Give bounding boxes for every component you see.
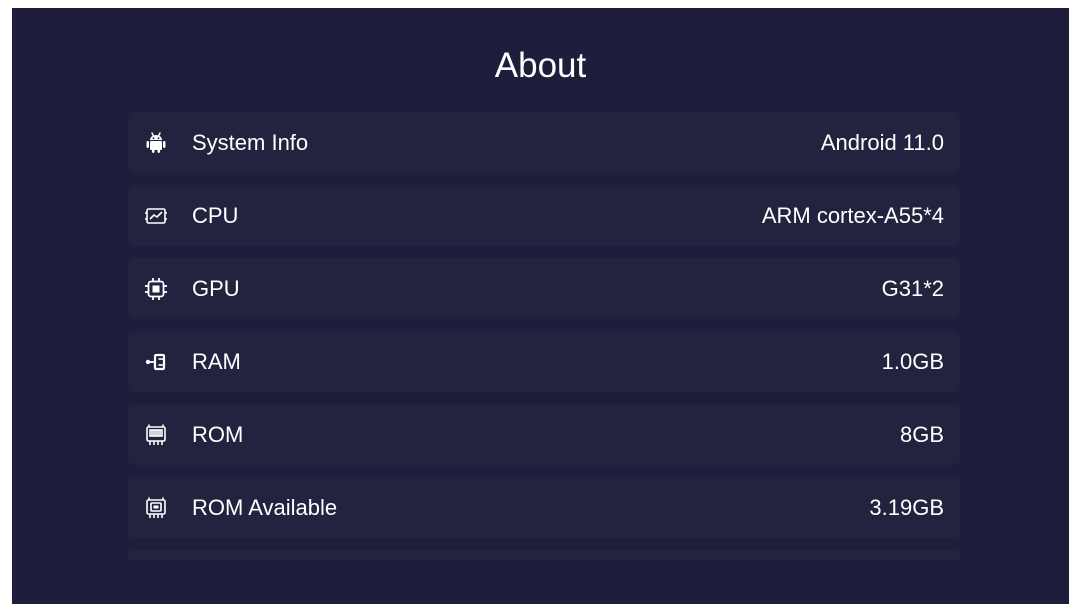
about-item-value: 8GB bbox=[899, 422, 944, 447]
about-item-rom-available[interactable]: ROM Available 3.19GB bbox=[128, 477, 960, 538]
about-item-label: GPU bbox=[192, 276, 240, 301]
about-item-label: ROM bbox=[192, 422, 244, 447]
about-item-value: 1.0GB bbox=[881, 349, 944, 374]
cpu-board-icon bbox=[144, 204, 168, 228]
about-item-partial[interactable] bbox=[128, 550, 960, 560]
chip-icon bbox=[144, 277, 168, 301]
about-item-label: ROM Available bbox=[192, 495, 338, 520]
ram-icon bbox=[144, 350, 168, 374]
about-item-gpu[interactable]: GPU G31*2 bbox=[128, 258, 960, 319]
about-item-value: G31*2 bbox=[881, 276, 944, 301]
about-list[interactable]: System Info Android 11.0 CPU ARM cortex-… bbox=[128, 112, 960, 560]
about-item-label: System Info bbox=[192, 130, 309, 155]
about-item-label: RAM bbox=[192, 349, 241, 374]
about-item-value: ARM cortex-A55*4 bbox=[761, 203, 944, 228]
about-item-value: Android 11.0 bbox=[820, 130, 944, 155]
storage-available-icon bbox=[144, 496, 168, 520]
android-icon bbox=[144, 131, 168, 155]
about-screen: About System Info Android 11.0 CPU ARM c… bbox=[12, 8, 1069, 604]
page-title: About bbox=[494, 46, 587, 85]
about-item-rom[interactable]: ROM 8GB bbox=[128, 404, 960, 465]
about-item-ram[interactable]: RAM 1.0GB bbox=[128, 331, 960, 392]
about-item-value: 3.19GB bbox=[869, 495, 944, 520]
about-item-label: CPU bbox=[192, 203, 239, 228]
about-item-system-info[interactable]: System Info Android 11.0 bbox=[128, 112, 960, 173]
about-item-cpu[interactable]: CPU ARM cortex-A55*4 bbox=[128, 185, 960, 246]
storage-icon bbox=[144, 423, 168, 447]
